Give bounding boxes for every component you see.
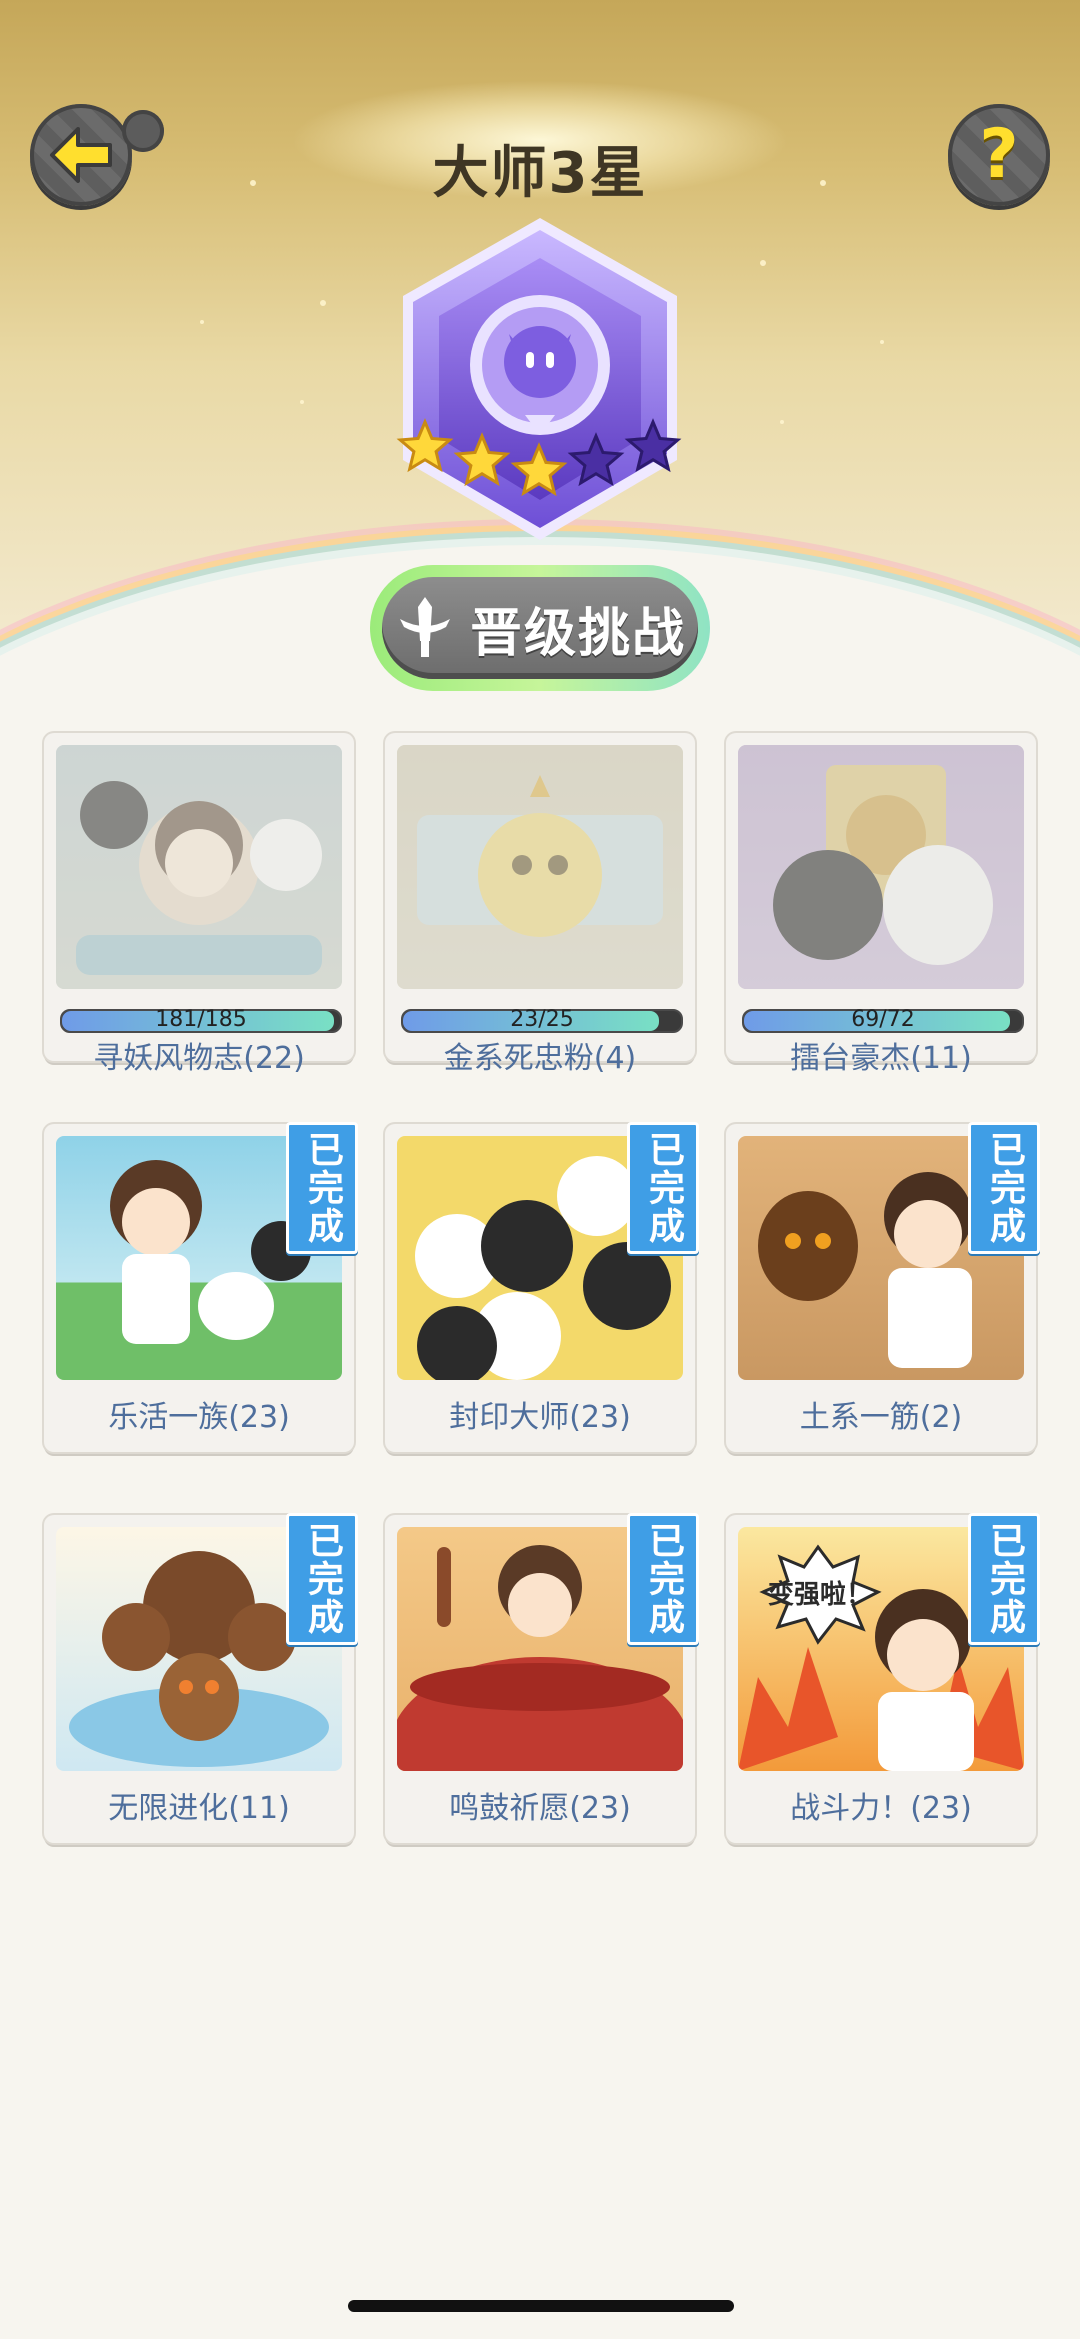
completed-badge: 已完成 (968, 1513, 1040, 1645)
achievement-card[interactable]: 181/185 寻妖风物志(22) (44, 733, 354, 1076)
achievement-label: 乐活一族(23) (108, 1400, 290, 1435)
completed-badge: 已完成 (968, 1122, 1040, 1254)
achievement-label: 擂台豪杰(11) (790, 1041, 972, 1076)
progress-text: 181/185 (155, 1007, 247, 1032)
achievement-art (397, 745, 683, 989)
progress-bar: 69/72 (742, 1007, 1024, 1033)
promotion-challenge-button[interactable]: 晋级挑战 (370, 565, 710, 691)
achievement-label: 金系死忠粉(4) (443, 1041, 637, 1076)
rank-title: 大师3星 (432, 141, 648, 206)
challenge-label: 晋级挑战 (469, 603, 686, 664)
achievement-label: 寻妖风物志(22) (93, 1041, 305, 1076)
home-indicator (348, 2300, 734, 2312)
achievement-label: 战斗力！(23) (790, 1791, 972, 1826)
rank-badge (396, 218, 682, 540)
achievement-card[interactable]: 已完成 乐活一族(23) (44, 1122, 358, 1452)
completed-badge: 已完成 (627, 1122, 699, 1254)
achievement-card[interactable]: 已完成 土系一筋(2) (726, 1122, 1040, 1452)
achievement-card[interactable]: 23/25 金系死忠粉(4) (385, 733, 695, 1076)
achievement-card[interactable]: 已完成 鸣鼓祈愿(23) (385, 1513, 699, 1843)
achievement-card[interactable]: 69/72 擂台豪杰(11) (726, 733, 1036, 1076)
achievement-card[interactable]: 变强啦！ 已完成 战斗力！(23) (726, 1513, 1040, 1843)
achievement-label: 土系一筋(2) (799, 1400, 963, 1435)
achievement-label: 鸣鼓祈愿(23) (449, 1791, 631, 1826)
progress-bar: 181/185 (60, 1007, 342, 1033)
sword-icon (399, 597, 450, 657)
achievement-card[interactable]: 已完成 无限进化(11) (44, 1513, 358, 1843)
back-arrow-icon (50, 127, 112, 183)
progress-text: 23/25 (510, 1007, 574, 1032)
achievement-label: 无限进化(11) (108, 1791, 290, 1826)
progress-bar: 23/25 (401, 1007, 683, 1033)
completed-badge: 已完成 (286, 1513, 358, 1645)
progress-text: 69/72 (851, 1007, 915, 1032)
completed-badge: 已完成 (627, 1513, 699, 1645)
art-speech-text: 变强啦！ (768, 1579, 872, 1610)
achievement-card[interactable]: 已完成 封印大师(23) (385, 1122, 699, 1452)
achievement-label: 封印大师(23) (449, 1400, 631, 1435)
achievement-art (738, 745, 1024, 989)
achievement-art (56, 745, 342, 989)
completed-badge: 已完成 (286, 1122, 358, 1254)
